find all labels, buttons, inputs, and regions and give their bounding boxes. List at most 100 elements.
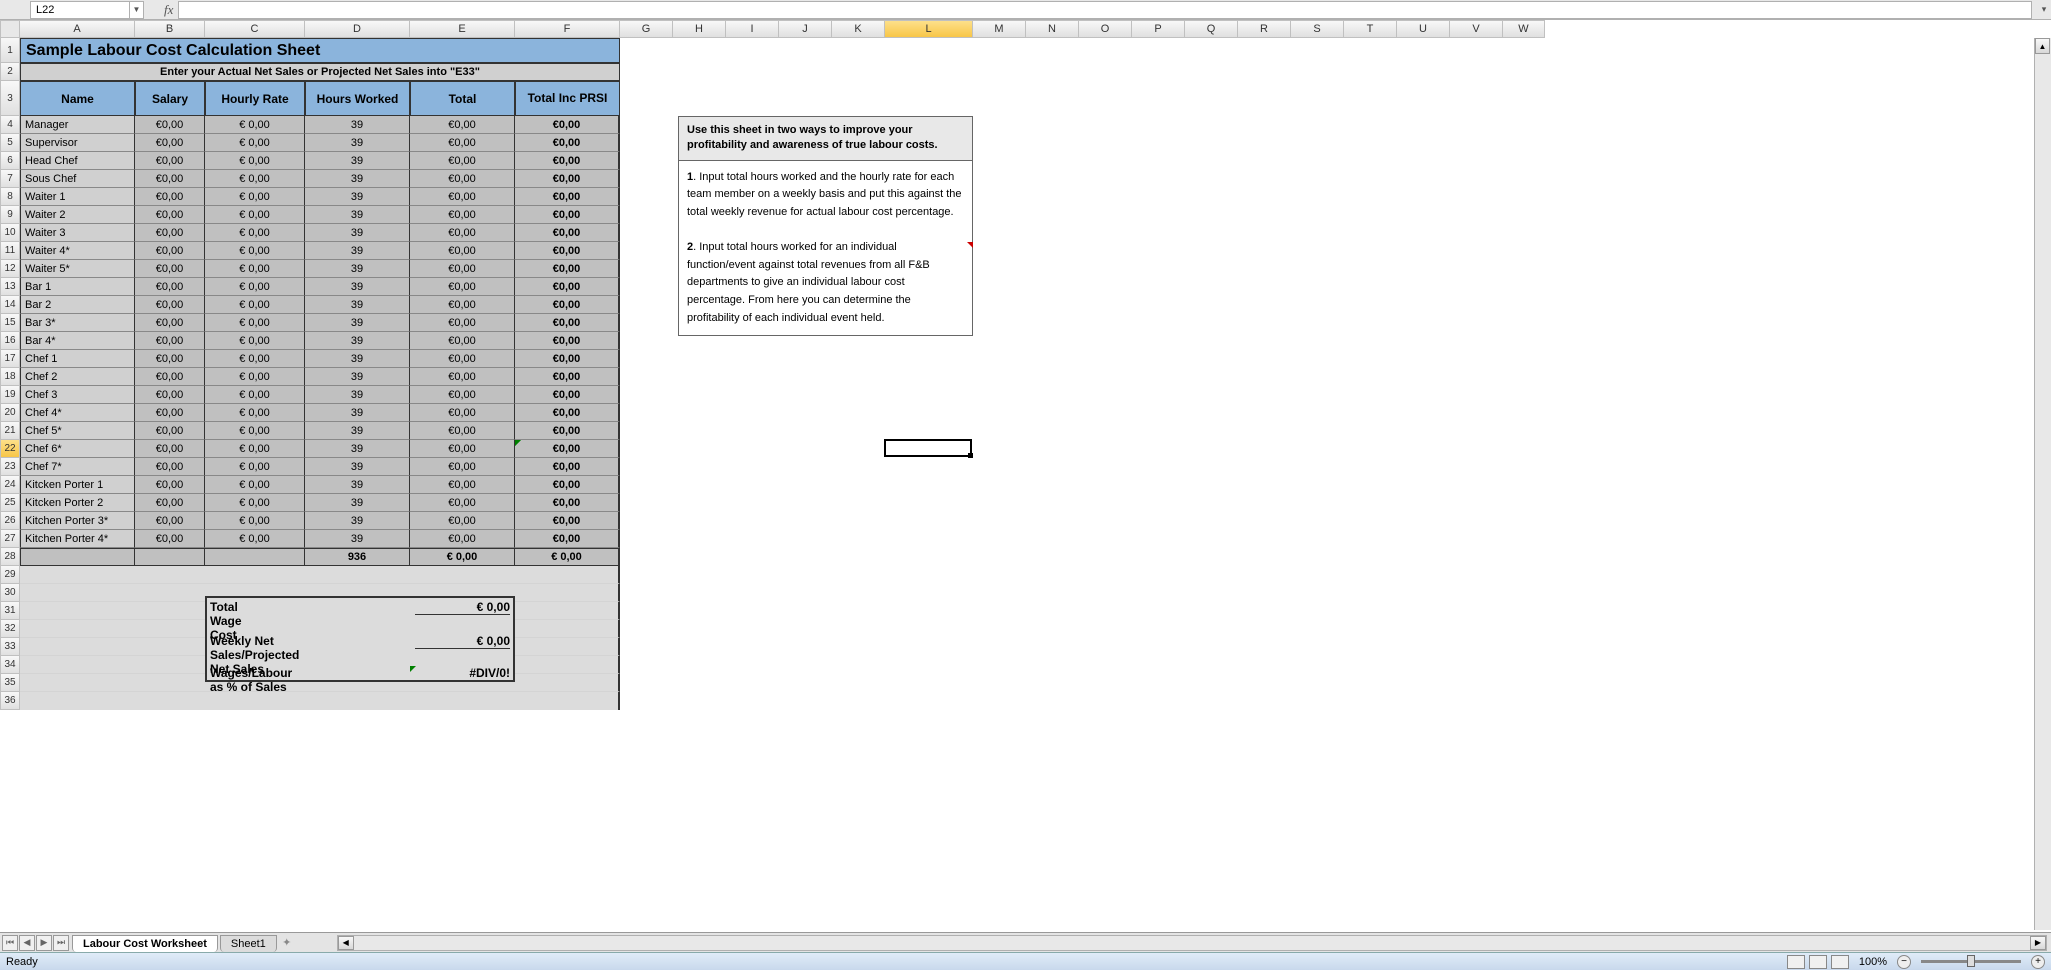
cell-B14[interactable]: €0,00 bbox=[135, 296, 205, 314]
row-header-28[interactable]: 28 bbox=[0, 548, 20, 566]
row-header-9[interactable]: 9 bbox=[0, 206, 20, 224]
row-header-32[interactable]: 32 bbox=[0, 620, 20, 638]
cell-A23[interactable]: Chef 7* bbox=[20, 458, 135, 476]
cell-B20[interactable]: €0,00 bbox=[135, 404, 205, 422]
zoom-in-icon[interactable]: + bbox=[2031, 955, 2045, 969]
cell-D21[interactable]: 39 bbox=[305, 422, 410, 440]
cell-B22[interactable]: €0,00 bbox=[135, 440, 205, 458]
cell-F28[interactable]: € 0,00 bbox=[515, 548, 620, 566]
row-header-5[interactable]: 5 bbox=[0, 134, 20, 152]
cell-F16[interactable]: €0,00 bbox=[515, 332, 620, 350]
col-header-R[interactable]: R bbox=[1238, 20, 1291, 38]
cell-A15[interactable]: Bar 3* bbox=[20, 314, 135, 332]
cell-E26[interactable]: €0,00 bbox=[410, 512, 515, 530]
cell-A21[interactable]: Chef 5* bbox=[20, 422, 135, 440]
vertical-scrollbar[interactable]: ▲ bbox=[2034, 38, 2051, 930]
cell-E7[interactable]: €0,00 bbox=[410, 170, 515, 188]
cell-F19[interactable]: €0,00 bbox=[515, 386, 620, 404]
cell-B8[interactable]: €0,00 bbox=[135, 188, 205, 206]
cell-E11[interactable]: €0,00 bbox=[410, 242, 515, 260]
col-header-B[interactable]: B bbox=[135, 20, 205, 38]
cell-E20[interactable]: €0,00 bbox=[410, 404, 515, 422]
selected-cell[interactable] bbox=[884, 439, 972, 457]
col-header-M[interactable]: M bbox=[973, 20, 1026, 38]
cell-A7[interactable]: Sous Chef bbox=[20, 170, 135, 188]
cell-F4[interactable]: €0,00 bbox=[515, 116, 620, 134]
row-header-31[interactable]: 31 bbox=[0, 602, 20, 620]
name-box-dropdown[interactable]: ▼ bbox=[130, 1, 144, 19]
col-header-F[interactable]: F bbox=[515, 20, 620, 38]
cell-B4[interactable]: €0,00 bbox=[135, 116, 205, 134]
cell-F5[interactable]: €0,00 bbox=[515, 134, 620, 152]
cell-B9[interactable]: €0,00 bbox=[135, 206, 205, 224]
cell-F15[interactable]: €0,00 bbox=[515, 314, 620, 332]
cell-A28[interactable] bbox=[20, 548, 135, 566]
cell-F11[interactable]: €0,00 bbox=[515, 242, 620, 260]
cell-F25[interactable]: €0,00 bbox=[515, 494, 620, 512]
cell-C26[interactable]: € 0,00 bbox=[205, 512, 305, 530]
cell-D17[interactable]: 39 bbox=[305, 350, 410, 368]
col-header-E[interactable]: E bbox=[410, 20, 515, 38]
row-header-33[interactable]: 33 bbox=[0, 638, 20, 656]
row-header-2[interactable]: 2 bbox=[0, 63, 20, 81]
col-header-O[interactable]: O bbox=[1079, 20, 1132, 38]
zoom-out-icon[interactable]: − bbox=[1897, 955, 1911, 969]
row-header-36[interactable]: 36 bbox=[0, 692, 20, 710]
row-header-7[interactable]: 7 bbox=[0, 170, 20, 188]
spreadsheet-grid[interactable]: ABCDEFGHIJKLMNOPQRSTUVW 1234567891011121… bbox=[0, 20, 2051, 930]
cell-C12[interactable]: € 0,00 bbox=[205, 260, 305, 278]
cell-C13[interactable]: € 0,00 bbox=[205, 278, 305, 296]
cell-E16[interactable]: €0,00 bbox=[410, 332, 515, 350]
cell-D27[interactable]: 39 bbox=[305, 530, 410, 548]
row-header-25[interactable]: 25 bbox=[0, 494, 20, 512]
col-header-A[interactable]: A bbox=[20, 20, 135, 38]
cell-D13[interactable]: 39 bbox=[305, 278, 410, 296]
col-header-L[interactable]: L bbox=[885, 20, 973, 38]
col-header-S[interactable]: S bbox=[1291, 20, 1344, 38]
cell-B6[interactable]: €0,00 bbox=[135, 152, 205, 170]
row-header-17[interactable]: 17 bbox=[0, 350, 20, 368]
row-header-13[interactable]: 13 bbox=[0, 278, 20, 296]
cell-F17[interactable]: €0,00 bbox=[515, 350, 620, 368]
col-header-N[interactable]: N bbox=[1026, 20, 1079, 38]
cell-D12[interactable]: 39 bbox=[305, 260, 410, 278]
tab-prev-icon[interactable]: ◀ bbox=[19, 935, 35, 951]
col-header-Q[interactable]: Q bbox=[1185, 20, 1238, 38]
fill-handle[interactable] bbox=[968, 453, 973, 458]
col-header-I[interactable]: I bbox=[726, 20, 779, 38]
cell-E22[interactable]: €0,00 bbox=[410, 440, 515, 458]
cell-B15[interactable]: €0,00 bbox=[135, 314, 205, 332]
cell-D28[interactable]: 936 bbox=[305, 548, 410, 566]
cell-E14[interactable]: €0,00 bbox=[410, 296, 515, 314]
cell-E4[interactable]: €0,00 bbox=[410, 116, 515, 134]
row-header-3[interactable]: 3 bbox=[0, 81, 20, 116]
view-break-icon[interactable] bbox=[1831, 955, 1849, 969]
cell-C24[interactable]: € 0,00 bbox=[205, 476, 305, 494]
cell-E24[interactable]: €0,00 bbox=[410, 476, 515, 494]
row-header-8[interactable]: 8 bbox=[0, 188, 20, 206]
cell-B10[interactable]: €0,00 bbox=[135, 224, 205, 242]
cell-C28[interactable] bbox=[205, 548, 305, 566]
cell-C27[interactable]: € 0,00 bbox=[205, 530, 305, 548]
cell-C7[interactable]: € 0,00 bbox=[205, 170, 305, 188]
row-header-23[interactable]: 23 bbox=[0, 458, 20, 476]
cell-D14[interactable]: 39 bbox=[305, 296, 410, 314]
cell-B21[interactable]: €0,00 bbox=[135, 422, 205, 440]
cell-C3[interactable]: Hourly Rate bbox=[205, 81, 305, 116]
cell-F26[interactable]: €0,00 bbox=[515, 512, 620, 530]
cell-F8[interactable]: €0,00 bbox=[515, 188, 620, 206]
select-all-corner[interactable] bbox=[0, 20, 20, 38]
cell-D20[interactable]: 39 bbox=[305, 404, 410, 422]
cell-A12[interactable]: Waiter 5* bbox=[20, 260, 135, 278]
cell-A26[interactable]: Kitchen Porter 3* bbox=[20, 512, 135, 530]
cell-D10[interactable]: 39 bbox=[305, 224, 410, 242]
cell-C18[interactable]: € 0,00 bbox=[205, 368, 305, 386]
cell-C16[interactable]: € 0,00 bbox=[205, 332, 305, 350]
row-header-34[interactable]: 34 bbox=[0, 656, 20, 674]
cell-C20[interactable]: € 0,00 bbox=[205, 404, 305, 422]
scroll-up-icon[interactable]: ▲ bbox=[2035, 38, 2050, 54]
cell-B12[interactable]: €0,00 bbox=[135, 260, 205, 278]
col-header-U[interactable]: U bbox=[1397, 20, 1450, 38]
cell-C15[interactable]: € 0,00 bbox=[205, 314, 305, 332]
cell-D6[interactable]: 39 bbox=[305, 152, 410, 170]
